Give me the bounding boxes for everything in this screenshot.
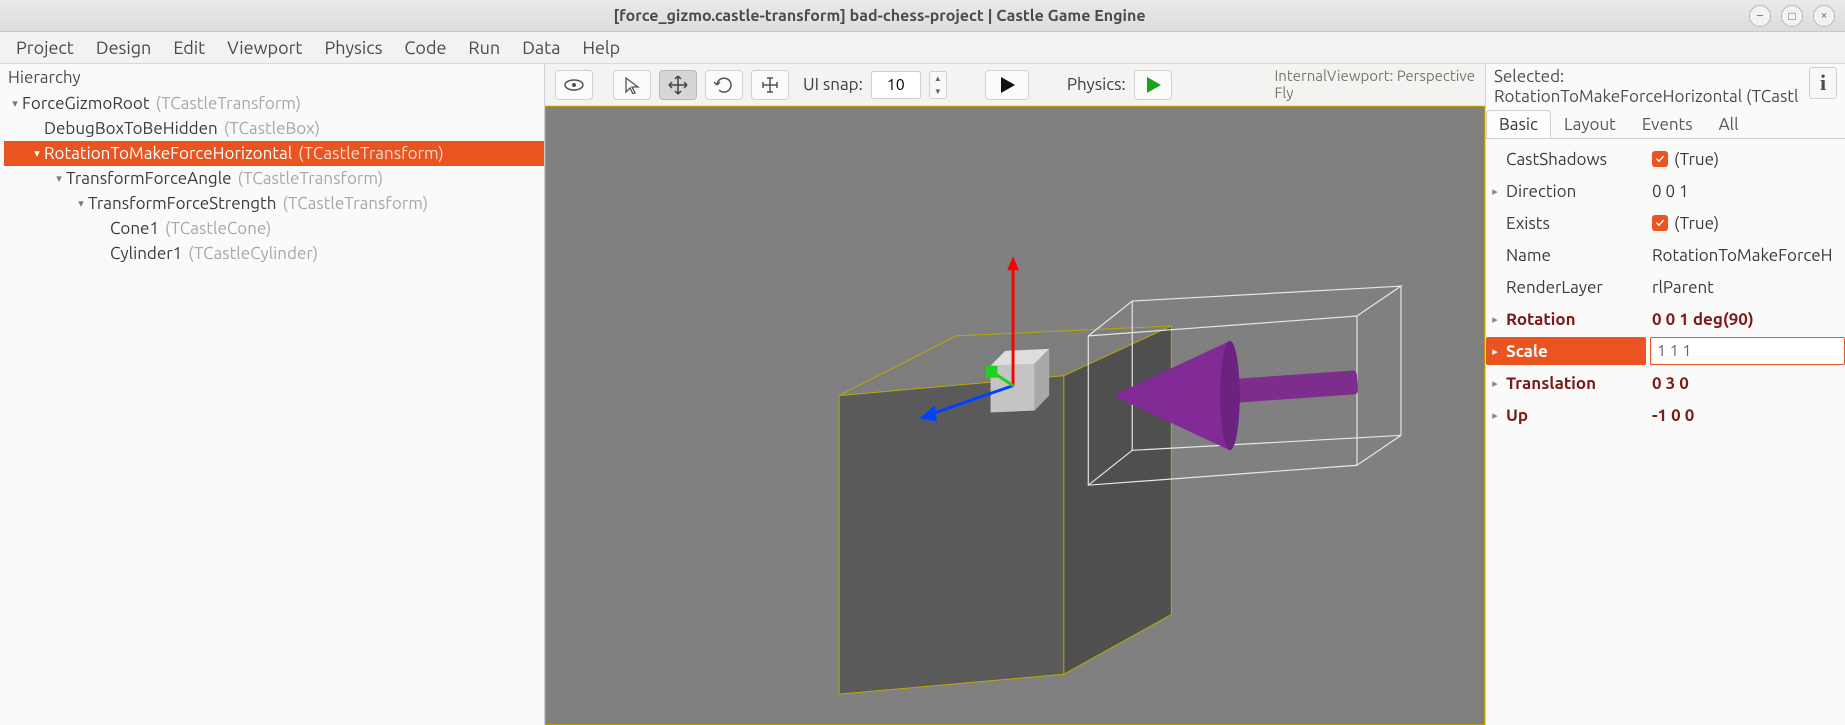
menu-project[interactable]: Project: [6, 34, 84, 62]
menu-data[interactable]: Data: [512, 34, 570, 62]
prop-castshadows[interactable]: CastShadows ✓(True): [1486, 143, 1845, 175]
prop-name[interactable]: Name RotationToMakeForceH: [1486, 239, 1845, 271]
expand-icon[interactable]: ▾: [52, 172, 66, 185]
prop-renderlayer[interactable]: RenderLayer rlParent: [1486, 271, 1845, 303]
chevron-up-icon[interactable]: ▲: [930, 72, 946, 85]
expand-icon[interactable]: ▸: [1486, 377, 1504, 390]
ui-snap-input[interactable]: [871, 71, 921, 99]
menu-viewport[interactable]: Viewport: [217, 34, 312, 62]
expand-icon[interactable]: ▸: [1486, 185, 1504, 198]
expand-icon[interactable]: ▾: [30, 147, 44, 160]
hierarchy-header: Hierarchy: [0, 64, 544, 91]
expand-icon[interactable]: ▾: [8, 97, 22, 110]
viewport-info: InternalViewport: Perspective Fly: [1274, 68, 1475, 101]
tree-item-cylinder1[interactable]: Cylinder1 (TCastleCylinder): [4, 241, 544, 266]
property-list: CastShadows ✓(True) ▸ Direction 0 0 1 Ex…: [1486, 139, 1845, 435]
menu-code[interactable]: Code: [394, 34, 456, 62]
checkbox-icon[interactable]: ✓: [1652, 151, 1668, 167]
expand-icon[interactable]: ▸: [1486, 345, 1504, 358]
prop-direction[interactable]: ▸ Direction 0 0 1: [1486, 175, 1845, 207]
tool-select[interactable]: [613, 70, 651, 100]
checkbox-icon[interactable]: ✓: [1652, 215, 1668, 231]
prop-rotation[interactable]: ▸ Rotation 0 0 1 deg(90): [1486, 303, 1845, 335]
tree-item-debugbox[interactable]: DebugBoxToBeHidden (TCastleBox): [4, 116, 544, 141]
window-buttons: – □ ×: [1749, 5, 1835, 27]
menu-design[interactable]: Design: [86, 34, 161, 62]
maximize-button[interactable]: □: [1781, 5, 1803, 27]
tree-item-transformforcestrength[interactable]: ▾ TransformForceStrength (TCastleTransfo…: [4, 191, 544, 216]
physics-label: Physics:: [1067, 75, 1126, 94]
physics-play-button[interactable]: [1134, 70, 1172, 100]
hierarchy-tree: ▾ ForceGizmoRoot (TCastleTransform) Debu…: [0, 91, 544, 266]
expand-icon[interactable]: ▾: [74, 197, 88, 210]
viewport-info-line1: InternalViewport: Perspective: [1274, 68, 1475, 85]
hierarchy-panel: Hierarchy ▾ ForceGizmoRoot (TCastleTrans…: [0, 64, 545, 725]
selection-label: Selected:: [1494, 67, 1809, 87]
prop-translation[interactable]: ▸ Translation 0 3 0: [1486, 367, 1845, 399]
expand-icon[interactable]: ▸: [1486, 409, 1504, 422]
tab-events[interactable]: Events: [1629, 110, 1706, 138]
close-button[interactable]: ×: [1813, 5, 1835, 27]
minimize-button[interactable]: –: [1749, 5, 1771, 27]
tab-basic[interactable]: Basic: [1486, 110, 1551, 138]
tree-item-rotationtomakeforcehorizontal[interactable]: ▾ RotationToMakeForceHorizontal (TCastle…: [4, 141, 544, 166]
prop-exists[interactable]: Exists ✓(True): [1486, 207, 1845, 239]
viewport-toolbar: UI snap: ▲▼ Physics: InternalViewport: P…: [545, 64, 1485, 106]
info-button[interactable]: i: [1809, 67, 1837, 99]
menu-edit[interactable]: Edit: [163, 34, 215, 62]
ui-snap-spinner[interactable]: ▲▼: [929, 71, 947, 99]
prop-up[interactable]: ▸ Up -1 0 0: [1486, 399, 1845, 431]
center-panel: UI snap: ▲▼ Physics: InternalViewport: P…: [545, 64, 1485, 725]
chevron-down-icon[interactable]: ▼: [930, 85, 946, 98]
tab-all[interactable]: All: [1706, 110, 1752, 138]
tool-rotate[interactable]: [705, 70, 743, 100]
tree-item-cone1[interactable]: Cone1 (TCastleCone): [4, 216, 544, 241]
tree-item-forcegizmoroot[interactable]: ▾ ForceGizmoRoot (TCastleTransform): [4, 91, 544, 116]
menu-help[interactable]: Help: [572, 34, 630, 62]
menubar: Project Design Edit Viewport Physics Cod…: [0, 32, 1845, 64]
scale-input[interactable]: [1650, 337, 1845, 365]
tab-layout[interactable]: Layout: [1551, 110, 1629, 138]
tool-move[interactable]: [659, 70, 697, 100]
ui-snap-label: UI snap:: [803, 75, 863, 94]
inspector-panel: Selected: RotationToMakeForceHorizontal …: [1485, 64, 1845, 725]
inspector-tabs: Basic Layout Events All: [1486, 110, 1845, 139]
viewport-info-line2: Fly: [1274, 85, 1475, 102]
prop-scale[interactable]: ▸ Scale: [1486, 335, 1845, 367]
window-title: [force_gizmo.castle-transform] bad-chess…: [10, 7, 1749, 25]
tool-scale[interactable]: [751, 70, 789, 100]
tool-hand[interactable]: [555, 70, 593, 100]
play-button[interactable]: [985, 70, 1029, 100]
expand-icon[interactable]: ▸: [1486, 313, 1504, 326]
tree-item-transformforceangle[interactable]: ▾ TransformForceAngle (TCastleTransform): [4, 166, 544, 191]
selection-header: Selected: RotationToMakeForceHorizontal …: [1486, 64, 1845, 106]
viewport-3d[interactable]: [545, 106, 1485, 725]
menu-physics[interactable]: Physics: [315, 34, 393, 62]
selection-value: RotationToMakeForceHorizontal (TCastl: [1494, 87, 1809, 107]
titlebar: [force_gizmo.castle-transform] bad-chess…: [0, 0, 1845, 32]
menu-run[interactable]: Run: [458, 34, 510, 62]
